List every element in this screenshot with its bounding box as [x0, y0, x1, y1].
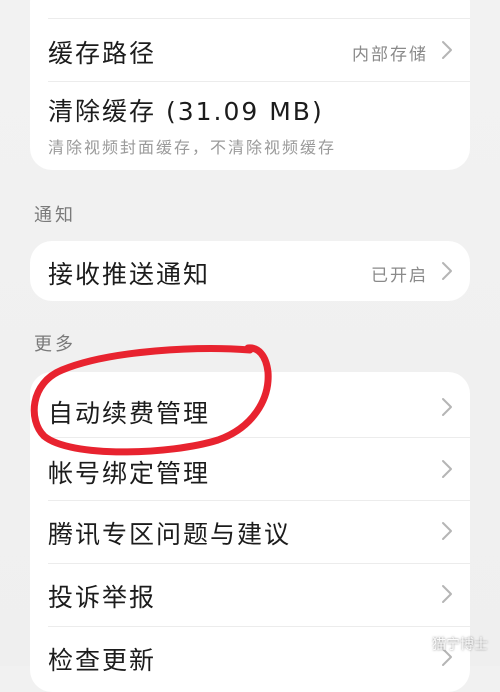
watermark: 猫宁博士 [414, 634, 488, 654]
section-title-more: 更多 [34, 334, 76, 355]
chevron-right-icon [442, 522, 452, 540]
watermark-text: 猫宁博士 [432, 637, 488, 653]
report-label: 投诉举报 [48, 583, 157, 612]
check-update-row[interactable]: 检查更新 [30, 627, 470, 689]
auto-renew-label: 自动续费管理 [48, 399, 211, 428]
account-binding-row[interactable]: 帐号绑定管理 [30, 438, 470, 500]
clear-cache-row[interactable]: 清除缓存 (31.09 MB) 清除视频封面缓存，不清除视频缓存 [30, 82, 470, 170]
storage-card: 缓存路径 内部存储 清除缓存 (31.09 MB) 清除视频封面缓存，不清除视频… [30, 0, 470, 170]
clear-cache-subtext: 清除视频封面缓存，不清除视频缓存 [48, 138, 337, 157]
push-notification-value: 已开启 [371, 266, 428, 286]
check-update-label: 检查更新 [48, 646, 157, 675]
cache-path-value: 内部存储 [352, 45, 428, 65]
chevron-right-icon [442, 262, 452, 280]
push-notification-row[interactable]: 接收推送通知 已开启 [30, 241, 470, 301]
auto-renew-row[interactable]: 自动续费管理 [30, 372, 470, 436]
notification-card: 接收推送通知 已开启 [30, 241, 470, 301]
chevron-right-icon [442, 460, 452, 478]
cache-path-row[interactable]: 缓存路径 内部存储 [30, 19, 470, 81]
clear-cache-label: 清除缓存 (31.09 MB) [48, 97, 324, 126]
feedback-row[interactable]: 腾讯专区问题与建议 [30, 501, 470, 563]
report-row[interactable]: 投诉举报 [30, 564, 470, 626]
chevron-right-icon [442, 398, 452, 416]
chevron-right-icon [442, 41, 452, 59]
account-binding-label: 帐号绑定管理 [48, 459, 211, 488]
more-card: 自动续费管理 帐号绑定管理 腾讯专区问题与建议 投诉举报 检查更新 [30, 372, 470, 692]
chevron-right-icon [442, 585, 452, 603]
feedback-label: 腾讯专区问题与建议 [48, 520, 292, 549]
watermark-logo-icon [414, 639, 428, 649]
settings-page: 缓存路径 内部存储 清除缓存 (31.09 MB) 清除视频封面缓存，不清除视频… [0, 0, 500, 692]
section-title-notification: 通知 [34, 205, 76, 226]
cache-path-label: 缓存路径 [48, 39, 157, 68]
push-notification-label: 接收推送通知 [48, 260, 211, 289]
